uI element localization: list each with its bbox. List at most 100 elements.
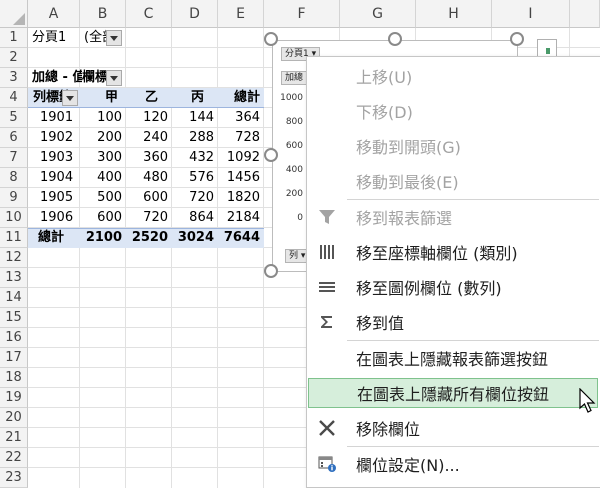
menu-item-label: 移動到開頭(G)	[356, 138, 461, 157]
menu-item-field-settings[interactable]: 欄位設定(N)...	[308, 449, 598, 479]
filter-icon	[319, 210, 335, 224]
column-header-g[interactable]: G	[340, 0, 416, 28]
menu-item-move-to-axis-fields[interactable]: 移至座標軸欄位 (類別)	[308, 237, 598, 267]
sigma-icon	[321, 316, 332, 328]
pivot-col-header-4: 總計	[233, 90, 260, 105]
pivot-filter-dropdown-icon[interactable]	[106, 30, 122, 46]
row-header-13[interactable]: 13	[0, 268, 28, 288]
row-header-12[interactable]: 12	[0, 248, 28, 268]
row-header-21[interactable]: 21	[0, 428, 28, 448]
pivot-total-cell: 2100	[85, 230, 122, 245]
menu-item-label: 下移(D)	[356, 103, 413, 122]
pivot-row-label: 1906	[40, 210, 74, 225]
row-header-4[interactable]: 4	[0, 88, 28, 108]
menu-item-hide-all-field-buttons[interactable]: 在圖表上隱藏所有欄位按鈕	[308, 378, 598, 408]
row-header-5[interactable]: 5	[0, 108, 28, 128]
row-header-6[interactable]: 6	[0, 128, 28, 148]
pivot-col-header-2: 乙	[144, 90, 158, 105]
row-header-2[interactable]: 2	[0, 48, 28, 68]
row-header-17[interactable]: 17	[0, 348, 28, 368]
row-header-16[interactable]: 16	[0, 328, 28, 348]
pivot-total-cell: 3024	[177, 230, 214, 245]
menu-item-move-to-report-filter[interactable]: 移到報表篩選	[308, 202, 598, 232]
menu-item-move-to-legend-fields[interactable]: 移至圖例欄位 (數列)	[308, 272, 598, 302]
pivot-cell: 600	[97, 210, 122, 225]
pivot-cell: 120	[143, 110, 168, 125]
column-header-h[interactable]: H	[416, 0, 492, 28]
pivot-col-header-1: 甲	[104, 90, 118, 105]
row-header-15[interactable]: 15	[0, 308, 28, 328]
row-header-1[interactable]: 1	[0, 28, 28, 48]
pivot-cell: 500	[97, 190, 122, 205]
y-tick-label: 1000	[280, 93, 303, 103]
row-header-3[interactable]: 3	[0, 68, 28, 88]
menu-item-move-to-end[interactable]: 移動到最後(E)	[308, 166, 598, 196]
menu-item-move-to-beginning[interactable]: 移動到開頭(G)	[308, 131, 598, 161]
pivot-col-dropdown-icon[interactable]	[106, 70, 122, 86]
y-tick-label: 400	[285, 165, 303, 175]
chart-resize-handle-top[interactable]	[388, 32, 402, 46]
row-header-8[interactable]: 8	[0, 168, 28, 188]
chart-resize-handle-tr[interactable]	[510, 32, 524, 46]
pivot-cell: 720	[189, 190, 214, 205]
row-header-18[interactable]: 18	[0, 368, 28, 388]
row-header-20[interactable]: 20	[0, 408, 28, 428]
y-tick-label: 800	[285, 117, 303, 127]
pivot-cell: 2184	[226, 210, 260, 225]
pivot-cell: 200	[97, 130, 122, 145]
menu-item-remove-field[interactable]: 移除欄位	[308, 413, 598, 443]
chart-resize-handle-tl[interactable]	[264, 32, 278, 46]
row-header-9[interactable]: 9	[0, 188, 28, 208]
pivot-cell: 728	[235, 130, 260, 145]
menu-item-hide-report-filter-buttons[interactable]: 在圖表上隱藏報表篩選按鈕	[308, 343, 598, 373]
pivot-row-label: 1902	[40, 130, 74, 145]
column-header-c[interactable]: C	[126, 0, 172, 28]
y-tick-label: 600	[285, 141, 303, 151]
pivot-row-label: 1904	[40, 170, 74, 185]
menu-item-move-to-values[interactable]: 移到值	[308, 307, 598, 337]
pivot-cell: 400	[97, 170, 122, 185]
pivot-row-label: 1901	[40, 110, 74, 125]
column-header-f[interactable]: F	[264, 0, 340, 28]
pivot-cell: 288	[189, 130, 214, 145]
chart-value-button[interactable]: 加總	[281, 71, 308, 85]
select-all-corner[interactable]	[0, 0, 28, 28]
menu-item-label: 欄位設定(N)...	[356, 456, 460, 475]
pivot-total-label: 總計	[38, 230, 65, 245]
pivot-cell: 300	[97, 150, 122, 165]
row-header-14[interactable]: 14	[0, 288, 28, 308]
menu-item-move-down[interactable]: 下移(D)	[308, 96, 598, 126]
pivot-cell: 240	[143, 130, 168, 145]
pivot-col-label: 欄標籤	[82, 70, 106, 85]
chart-resize-handle-left[interactable]	[264, 148, 278, 162]
column-header-j[interactable]	[570, 0, 600, 28]
y-tick-label: 200	[285, 189, 303, 199]
row-header-10[interactable]: 10	[0, 208, 28, 228]
chart-elements-icon	[546, 48, 550, 54]
menu-item-label: 移到值	[356, 314, 405, 333]
row-header-7[interactable]: 7	[0, 148, 28, 168]
chart-resize-handle-bl[interactable]	[264, 264, 278, 278]
column-header-i[interactable]: I	[492, 0, 570, 28]
field-context-menu: 上移(U) 下移(D) 移動到開頭(G) 移動到最後(E) 移到報表篩選 移至座…	[306, 56, 600, 488]
row-header-22[interactable]: 22	[0, 448, 28, 468]
menu-item-move-up[interactable]: 上移(U)	[308, 61, 598, 91]
pivot-row-label: 1903	[40, 150, 74, 165]
y-tick-label: 0	[297, 213, 303, 223]
pivot-row-dropdown-icon[interactable]	[62, 90, 78, 106]
column-header-e[interactable]: E	[218, 0, 264, 28]
pivot-total-cell: 7644	[223, 230, 260, 245]
column-header-d[interactable]: D	[172, 0, 218, 28]
pivot-cell: 1092	[226, 150, 260, 165]
pivot-total-cell: 2520	[131, 230, 168, 245]
row-header-19[interactable]: 19	[0, 388, 28, 408]
menu-item-label: 移至圖例欄位 (數列)	[356, 279, 502, 298]
row-header-23[interactable]: 23	[0, 468, 28, 488]
menu-separator	[347, 199, 599, 200]
pivot-row-label: 1905	[40, 190, 74, 205]
column-header-a[interactable]: A	[28, 0, 80, 28]
pivot-cell: 100	[97, 110, 122, 125]
pivot-cell: 364	[235, 110, 260, 125]
row-header-11[interactable]: 11	[0, 228, 28, 248]
column-header-b[interactable]: B	[80, 0, 126, 28]
